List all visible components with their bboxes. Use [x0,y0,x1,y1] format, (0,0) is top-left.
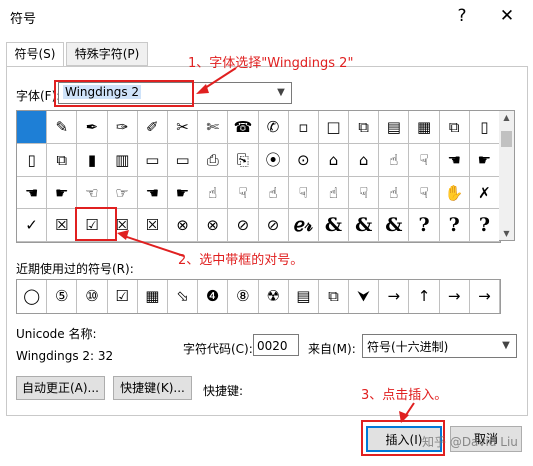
annotation-arrows [117,67,415,423]
arrow-step1-head [196,84,209,94]
arrow-step1-line [201,67,237,91]
arrow-step2-head [117,230,129,240]
arrow-step2-line [123,235,185,257]
